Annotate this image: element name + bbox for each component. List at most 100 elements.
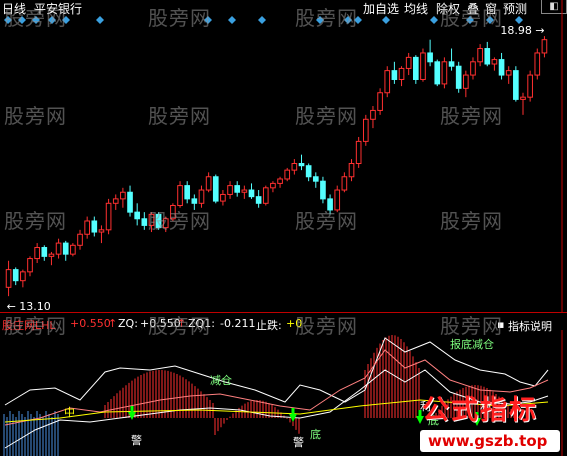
indicator-annotation: 减仓: [210, 373, 232, 387]
watermark: 股旁网: [4, 314, 67, 338]
indicator-value: +0.550: [70, 317, 111, 330]
candle-body: [498, 59, 505, 76]
candle-body: [234, 185, 241, 193]
candle-body: [134, 211, 141, 220]
candle-body: [84, 220, 90, 235]
watermark: 股旁网: [4, 104, 67, 128]
candle-body: [427, 52, 433, 63]
candle-body: [220, 193, 226, 202]
event-marker-icon: [515, 16, 523, 24]
indicator-annotation: 警: [131, 433, 142, 447]
candle-body: [527, 74, 533, 98]
candle-body: [420, 52, 426, 80]
candle-body: [191, 198, 198, 204]
candle-body: [434, 61, 441, 85]
candle-body: [198, 189, 205, 204]
candle-body: [541, 39, 548, 54]
candle-body: [377, 92, 383, 111]
watermark: 股旁网: [148, 209, 211, 233]
zq-label: ZQ:: [118, 317, 138, 330]
event-marker-icon: [96, 16, 104, 24]
arrow-stem: [291, 408, 295, 414]
candle-body: [48, 253, 55, 257]
candle-body: [127, 191, 133, 213]
brand-url: www.gszb.top: [428, 432, 548, 450]
candle-body: [27, 258, 33, 273]
event-marker-icon: [258, 16, 266, 24]
candle-body: [5, 269, 12, 288]
candle-body: [55, 242, 62, 255]
candle-body: [205, 176, 212, 191]
zq1-value: -0.211: [220, 317, 256, 330]
candle-body: [255, 196, 262, 204]
watermark: 股旁网: [148, 104, 211, 128]
event-marker-icon: [430, 16, 438, 24]
candle-body: [455, 65, 462, 89]
candle-body: [477, 48, 483, 63]
candle-body: [484, 48, 491, 65]
candle-body: [405, 56, 412, 69]
candle-body: [312, 176, 319, 182]
watermark: 股旁网: [4, 209, 67, 233]
watermark: 股旁网: [440, 6, 503, 30]
candle-body: [241, 189, 248, 193]
candle-body: [384, 70, 391, 94]
candle-body: [20, 271, 26, 282]
candle-body: [277, 178, 283, 184]
candle-body: [98, 229, 105, 233]
candle-body: [248, 189, 255, 198]
candlestick-chart: 18.98 →← 13.10: [4, 0, 563, 312]
candle-body: [398, 67, 405, 80]
candle-body: [141, 218, 148, 226]
watermark: 股旁网: [295, 209, 358, 233]
candle-body: [348, 163, 355, 178]
candle-body: [184, 185, 191, 200]
up-arrow-icon: ↑: [108, 317, 118, 330]
candle-body: [12, 269, 19, 282]
candle-body: [470, 61, 476, 76]
candle-body: [177, 185, 183, 207]
candle-body: [298, 163, 305, 167]
candle-body: [505, 70, 512, 76]
watermark: 股旁网: [4, 6, 67, 30]
watermark: 股旁网: [440, 314, 503, 338]
candle-body: [70, 244, 76, 255]
candle-body: [448, 61, 455, 67]
candle-body: [520, 96, 526, 100]
candle-body: [463, 74, 469, 89]
candle-body: [320, 180, 326, 200]
watermark: 股旁网: [295, 6, 358, 30]
candle-body: [534, 52, 541, 76]
candle-body: [513, 70, 519, 100]
indicator-annotation: 警: [293, 435, 304, 449]
indicator-annotation: 中: [64, 406, 75, 419]
candle-body: [370, 109, 376, 120]
indicator-annotation: 底: [310, 427, 321, 441]
brand-title: 公式指标: [422, 395, 538, 426]
candle-body: [391, 70, 398, 80]
candle-body: [227, 185, 233, 195]
candle-body: [105, 202, 112, 231]
event-marker-icon: [228, 16, 236, 24]
candle-body: [441, 61, 448, 85]
candle-body: [77, 233, 83, 246]
candle-body: [112, 198, 119, 204]
candle-body: [362, 118, 369, 142]
candle-body: [270, 182, 276, 189]
arrow-stem: [130, 406, 134, 412]
candle-body: [41, 247, 48, 257]
event-marker-icon: [382, 16, 390, 24]
candle-body: [91, 220, 98, 233]
candle-body: [212, 176, 219, 202]
candle-body: [341, 176, 348, 191]
watermark: 股旁网: [148, 6, 211, 30]
watermark: 股旁网: [440, 209, 503, 233]
brand-url-badge: www.gszb.top: [420, 430, 560, 452]
high-price-label: 18.98 →: [500, 24, 544, 37]
watermark: 股旁网: [295, 104, 358, 128]
app: { "title": { "period": "日线", "stock": "平…: [0, 0, 567, 456]
candle-body: [34, 247, 40, 260]
candle-body: [491, 59, 498, 65]
candle-body: [120, 191, 126, 200]
indicator-annotation: 报底减仓: [450, 337, 494, 351]
